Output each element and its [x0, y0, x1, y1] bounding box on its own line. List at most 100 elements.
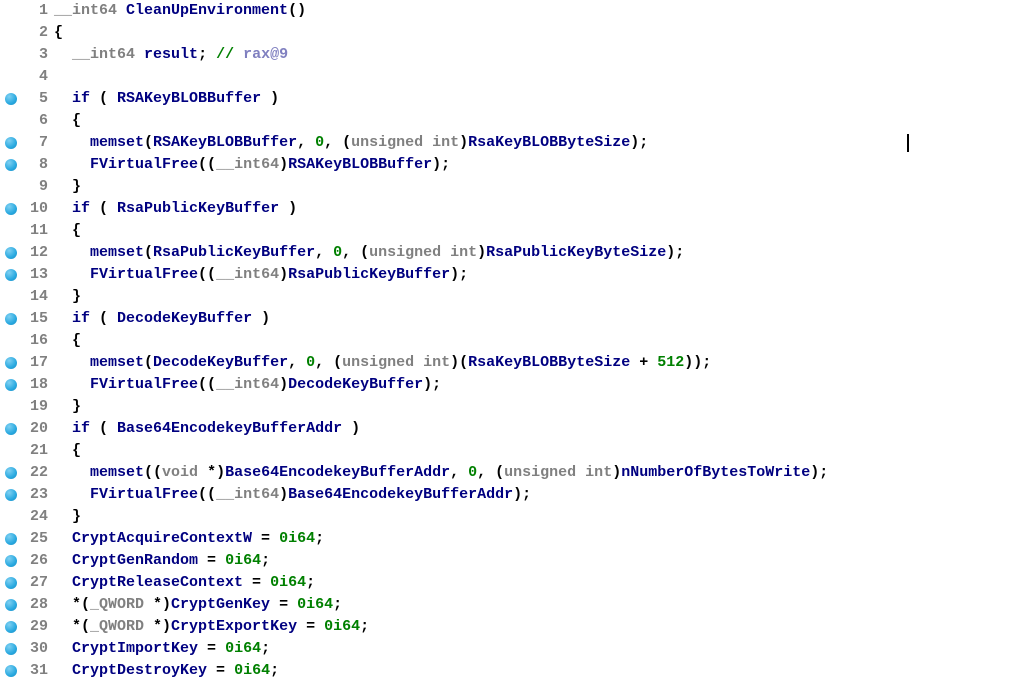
breakpoint-gutter[interactable]: [0, 665, 22, 677]
breakpoint-icon[interactable]: [5, 357, 17, 369]
code-line[interactable]: 1__int64 CleanUpEnvironment(): [0, 0, 1017, 22]
code-line[interactable]: 13 FVirtualFree((__int64)RsaPublicKeyBuf…: [0, 264, 1017, 286]
code-content[interactable]: FVirtualFree((__int64)DecodeKeyBuffer);: [50, 374, 441, 396]
breakpoint-icon[interactable]: [5, 621, 17, 633]
code-line[interactable]: 9 }: [0, 176, 1017, 198]
code-line[interactable]: 8 FVirtualFree((__int64)RSAKeyBLOBBuffer…: [0, 154, 1017, 176]
code-editor[interactable]: 1__int64 CleanUpEnvironment()2{3 __int64…: [0, 0, 1017, 682]
code-content[interactable]: FVirtualFree((__int64)RsaPublicKeyBuffer…: [50, 264, 468, 286]
code-content[interactable]: CryptGenRandom = 0i64;: [50, 550, 270, 572]
code-line[interactable]: 22 memset((void *)Base64EncodekeyBufferA…: [0, 462, 1017, 484]
code-content[interactable]: FVirtualFree((__int64)RSAKeyBLOBBuffer);: [50, 154, 450, 176]
code-content[interactable]: memset(RsaPublicKeyBuffer, 0, (unsigned …: [50, 242, 684, 264]
code-line[interactable]: 19 }: [0, 396, 1017, 418]
code-line[interactable]: 17 memset(DecodeKeyBuffer, 0, (unsigned …: [0, 352, 1017, 374]
code-content[interactable]: if ( RSAKeyBLOBBuffer ): [50, 88, 279, 110]
code-content[interactable]: memset(DecodeKeyBuffer, 0, (unsigned int…: [50, 352, 711, 374]
code-content[interactable]: CryptDestroyKey = 0i64;: [50, 660, 279, 682]
code-content[interactable]: {: [50, 22, 63, 44]
code-content[interactable]: {: [50, 440, 81, 462]
breakpoint-gutter[interactable]: [0, 643, 22, 655]
code-line[interactable]: 10 if ( RsaPublicKeyBuffer ): [0, 198, 1017, 220]
code-content[interactable]: __int64 CleanUpEnvironment(): [50, 0, 306, 22]
breakpoint-gutter[interactable]: [0, 203, 22, 215]
code-line[interactable]: 5 if ( RSAKeyBLOBBuffer ): [0, 88, 1017, 110]
breakpoint-icon[interactable]: [5, 555, 17, 567]
code-line[interactable]: 6 {: [0, 110, 1017, 132]
code-line[interactable]: 29 *(_QWORD *)CryptExportKey = 0i64;: [0, 616, 1017, 638]
breakpoint-icon[interactable]: [5, 269, 17, 281]
breakpoint-icon[interactable]: [5, 489, 17, 501]
breakpoint-icon[interactable]: [5, 599, 17, 611]
breakpoint-gutter[interactable]: [0, 269, 22, 281]
breakpoint-icon[interactable]: [5, 247, 17, 259]
code-content[interactable]: *(_QWORD *)CryptExportKey = 0i64;: [50, 616, 369, 638]
code-line[interactable]: 18 FVirtualFree((__int64)DecodeKeyBuffer…: [0, 374, 1017, 396]
breakpoint-icon[interactable]: [5, 423, 17, 435]
breakpoint-icon[interactable]: [5, 203, 17, 215]
code-content[interactable]: if ( RsaPublicKeyBuffer ): [50, 198, 297, 220]
code-content[interactable]: }: [50, 506, 81, 528]
breakpoint-gutter[interactable]: [0, 357, 22, 369]
code-line[interactable]: 11 {: [0, 220, 1017, 242]
code-content[interactable]: CryptAcquireContextW = 0i64;: [50, 528, 324, 550]
code-content[interactable]: {: [50, 110, 81, 132]
code-line[interactable]: 26 CryptGenRandom = 0i64;: [0, 550, 1017, 572]
code-content[interactable]: memset((void *)Base64EncodekeyBufferAddr…: [50, 462, 828, 484]
breakpoint-gutter[interactable]: [0, 137, 22, 149]
code-content[interactable]: __int64 result; // rax@9: [50, 44, 288, 66]
code-content[interactable]: }: [50, 176, 81, 198]
code-content[interactable]: *(_QWORD *)CryptGenKey = 0i64;: [50, 594, 342, 616]
code-line[interactable]: 20 if ( Base64EncodekeyBufferAddr ): [0, 418, 1017, 440]
breakpoint-icon[interactable]: [5, 313, 17, 325]
code-line[interactable]: 7 memset(RSAKeyBLOBBuffer, 0, (unsigned …: [0, 132, 1017, 154]
breakpoint-gutter[interactable]: [0, 489, 22, 501]
breakpoint-icon[interactable]: [5, 577, 17, 589]
code-content[interactable]: memset(RSAKeyBLOBBuffer, 0, (unsigned in…: [50, 132, 648, 154]
breakpoint-gutter[interactable]: [0, 467, 22, 479]
breakpoint-gutter[interactable]: [0, 555, 22, 567]
breakpoint-gutter[interactable]: [0, 577, 22, 589]
code-line[interactable]: 31 CryptDestroyKey = 0i64;: [0, 660, 1017, 682]
code-line[interactable]: 12 memset(RsaPublicKeyBuffer, 0, (unsign…: [0, 242, 1017, 264]
code-content[interactable]: {: [50, 330, 81, 352]
breakpoint-gutter[interactable]: [0, 93, 22, 105]
code-content[interactable]: }: [50, 396, 81, 418]
code-content[interactable]: if ( Base64EncodekeyBufferAddr ): [50, 418, 360, 440]
code-content[interactable]: {: [50, 220, 81, 242]
code-line[interactable]: 27 CryptReleaseContext = 0i64;: [0, 572, 1017, 594]
code-line[interactable]: 16 {: [0, 330, 1017, 352]
breakpoint-gutter[interactable]: [0, 313, 22, 325]
breakpoint-icon[interactable]: [5, 93, 17, 105]
code-line[interactable]: 28 *(_QWORD *)CryptGenKey = 0i64;: [0, 594, 1017, 616]
breakpoint-icon[interactable]: [5, 379, 17, 391]
breakpoint-gutter[interactable]: [0, 159, 22, 171]
code-line[interactable]: 23 FVirtualFree((__int64)Base64Encodekey…: [0, 484, 1017, 506]
code-line[interactable]: 15 if ( DecodeKeyBuffer ): [0, 308, 1017, 330]
breakpoint-icon[interactable]: [5, 665, 17, 677]
breakpoint-gutter[interactable]: [0, 599, 22, 611]
code-line[interactable]: 24 }: [0, 506, 1017, 528]
code-line[interactable]: 3 __int64 result; // rax@9: [0, 44, 1017, 66]
code-content[interactable]: FVirtualFree((__int64)Base64EncodekeyBuf…: [50, 484, 531, 506]
breakpoint-gutter[interactable]: [0, 423, 22, 435]
code-content[interactable]: }: [50, 286, 81, 308]
code-content[interactable]: CryptReleaseContext = 0i64;: [50, 572, 315, 594]
code-line[interactable]: 14 }: [0, 286, 1017, 308]
breakpoint-gutter[interactable]: [0, 621, 22, 633]
breakpoint-gutter[interactable]: [0, 533, 22, 545]
breakpoint-gutter[interactable]: [0, 379, 22, 391]
code-line[interactable]: 4: [0, 66, 1017, 88]
code-line[interactable]: 2{: [0, 22, 1017, 44]
code-line[interactable]: 30 CryptImportKey = 0i64;: [0, 638, 1017, 660]
code-content[interactable]: if ( DecodeKeyBuffer ): [50, 308, 270, 330]
breakpoint-icon[interactable]: [5, 643, 17, 655]
breakpoint-icon[interactable]: [5, 159, 17, 171]
code-line[interactable]: 21 {: [0, 440, 1017, 462]
breakpoint-icon[interactable]: [5, 137, 17, 149]
code-content[interactable]: CryptImportKey = 0i64;: [50, 638, 270, 660]
breakpoint-gutter[interactable]: [0, 247, 22, 259]
code-line[interactable]: 25 CryptAcquireContextW = 0i64;: [0, 528, 1017, 550]
breakpoint-icon[interactable]: [5, 467, 17, 479]
breakpoint-icon[interactable]: [5, 533, 17, 545]
